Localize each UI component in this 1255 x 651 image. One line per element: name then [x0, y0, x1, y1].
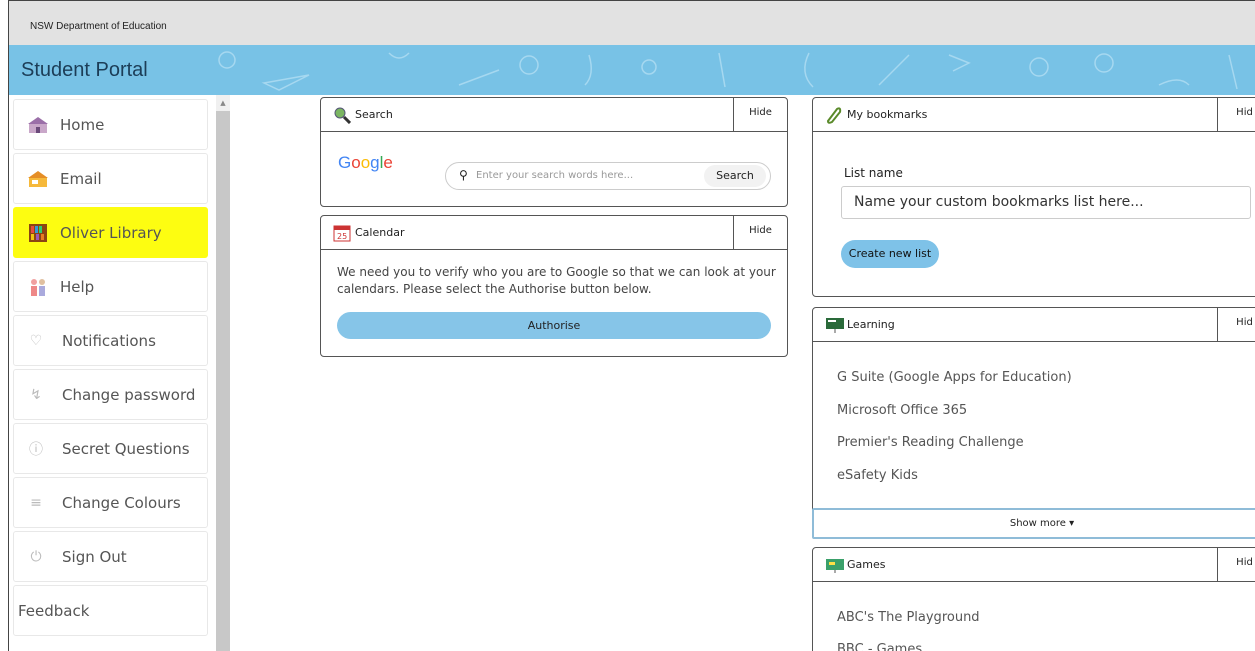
- svg-text:25: 25: [337, 232, 347, 241]
- key-icon: ↯: [30, 386, 42, 403]
- scroll-up-arrow-icon[interactable]: ▲: [216, 95, 230, 111]
- power-icon: ⏻: [30, 548, 42, 565]
- sidebar-item-label: Change Colours: [62, 493, 181, 512]
- learning-link[interactable]: G Suite (Google Apps for Education): [837, 370, 1072, 385]
- sidebar-item-label: Change password: [62, 385, 196, 404]
- games-link[interactable]: BBC - Games: [837, 642, 922, 651]
- calendar-panel-header: 25 Calendar Hide: [321, 216, 787, 250]
- games-board-icon: [825, 556, 844, 574]
- games-link[interactable]: ABC's The Playground: [837, 610, 980, 625]
- hide-button[interactable]: Hide: [733, 216, 787, 250]
- google-logo: Google: [338, 153, 393, 172]
- panel-title: My bookmarks: [847, 108, 928, 121]
- banner-doodles: [218, 51, 1238, 91]
- learning-link[interactable]: Premier's Reading Challenge: [837, 435, 1024, 450]
- portal-window: NSW Department of Education Student Port…: [8, 0, 1255, 651]
- sidebar-item-label: Oliver Library: [60, 223, 162, 242]
- sidebar-item-label: Sign Out: [62, 547, 127, 566]
- create-new-list-button[interactable]: Create new list: [841, 240, 939, 268]
- list-icon: ≡: [30, 494, 42, 511]
- sidebar-item-label: Home: [60, 115, 105, 134]
- sidebar-item-feedback[interactable]: Feedback: [13, 585, 208, 636]
- search-panel-header: Search Hide: [321, 98, 787, 132]
- sidebar-item-label: Email: [60, 169, 102, 188]
- house-mail-icon: [26, 167, 50, 191]
- bell-icon: ♡: [29, 332, 43, 349]
- search-panel: Search Hide Google ⚲ Enter your search w…: [320, 97, 788, 207]
- sidebar-item-secret-questions[interactable]: ⓘ Secret Questions: [13, 423, 208, 474]
- games-panel: Games Hid ABC's The Playground BBC - Gam…: [812, 547, 1255, 651]
- question-circle-icon: ⓘ: [29, 441, 43, 458]
- learning-panel-header: Learning Hid: [813, 308, 1255, 342]
- sidebar-item-label: Notifications: [62, 331, 156, 350]
- search-icon: ⚲: [459, 168, 468, 182]
- learning-board-icon: [825, 316, 844, 334]
- sidebar-item-label: Help: [60, 277, 95, 296]
- calendar-message: We need you to verify who you are to Goo…: [337, 265, 776, 296]
- sidebar-item-change-colours[interactable]: ≡ Change Colours: [13, 477, 208, 528]
- sidebar-item-help[interactable]: Help: [13, 261, 208, 312]
- library-books-icon: [26, 221, 50, 245]
- sidebar-item-change-password[interactable]: ↯ Change password: [13, 369, 208, 420]
- top-bar: NSW Department of Education: [9, 1, 1255, 45]
- panel-title: Search: [355, 108, 393, 121]
- sidebar-item-label: Feedback: [18, 601, 90, 620]
- magnifier-globe-icon: [333, 106, 352, 125]
- learning-panel: Learning Hid G Suite (Google Apps for Ed…: [812, 307, 1255, 539]
- search-input[interactable]: ⚲ Enter your search words here... Search: [445, 162, 771, 190]
- search-placeholder: Enter your search words here...: [476, 170, 634, 181]
- panel-title: Learning: [847, 318, 895, 331]
- list-name-label: List name: [844, 166, 903, 180]
- portal-banner: Student Portal: [9, 45, 1255, 95]
- portal-title: Student Portal: [21, 59, 148, 81]
- hide-button[interactable]: Hid: [1217, 548, 1255, 582]
- hide-button[interactable]: Hid: [1217, 308, 1255, 342]
- help-people-icon: [26, 275, 50, 299]
- learning-link[interactable]: eSafety Kids: [837, 468, 918, 483]
- games-panel-header: Games Hid: [813, 548, 1255, 582]
- sidebar-item-email[interactable]: Email: [13, 153, 208, 204]
- sidebar-item-sign-out[interactable]: ⏻ Sign Out: [13, 531, 208, 582]
- panel-title: Calendar: [355, 226, 405, 239]
- list-name-input[interactable]: Name your custom bookmarks list here...: [841, 186, 1251, 219]
- authorise-button[interactable]: Authorise: [337, 312, 771, 339]
- bookmark-clip-icon: [825, 106, 843, 124]
- hide-button[interactable]: Hid: [1217, 98, 1255, 132]
- sidebar-item-oliver-library[interactable]: Oliver Library: [13, 207, 208, 258]
- calendar-panel: 25 Calendar Hide We need you to verify w…: [320, 215, 788, 357]
- learning-link[interactable]: Microsoft Office 365: [837, 403, 967, 418]
- bookmarks-panel-header: My bookmarks Hid: [813, 98, 1255, 132]
- calendar-icon: 25: [333, 224, 351, 242]
- bookmarks-panel: My bookmarks Hid List name Name your cus…: [812, 97, 1255, 297]
- show-more-button[interactable]: Show more ▾: [812, 508, 1255, 539]
- org-name: NSW Department of Education: [30, 21, 167, 32]
- sidebar-item-label: Secret Questions: [62, 439, 190, 458]
- school-building-icon: [26, 113, 50, 137]
- sidebar-item-home[interactable]: Home: [13, 99, 208, 150]
- panel-title: Games: [847, 558, 886, 571]
- sidebar: Home Email Oliver Library Help ♡ Notific…: [9, 95, 230, 651]
- search-button[interactable]: Search: [704, 165, 766, 187]
- sidebar-scrollbar[interactable]: ▲: [216, 95, 230, 651]
- hide-button[interactable]: Hide: [733, 98, 787, 132]
- sidebar-item-notifications[interactable]: ♡ Notifications: [13, 315, 208, 366]
